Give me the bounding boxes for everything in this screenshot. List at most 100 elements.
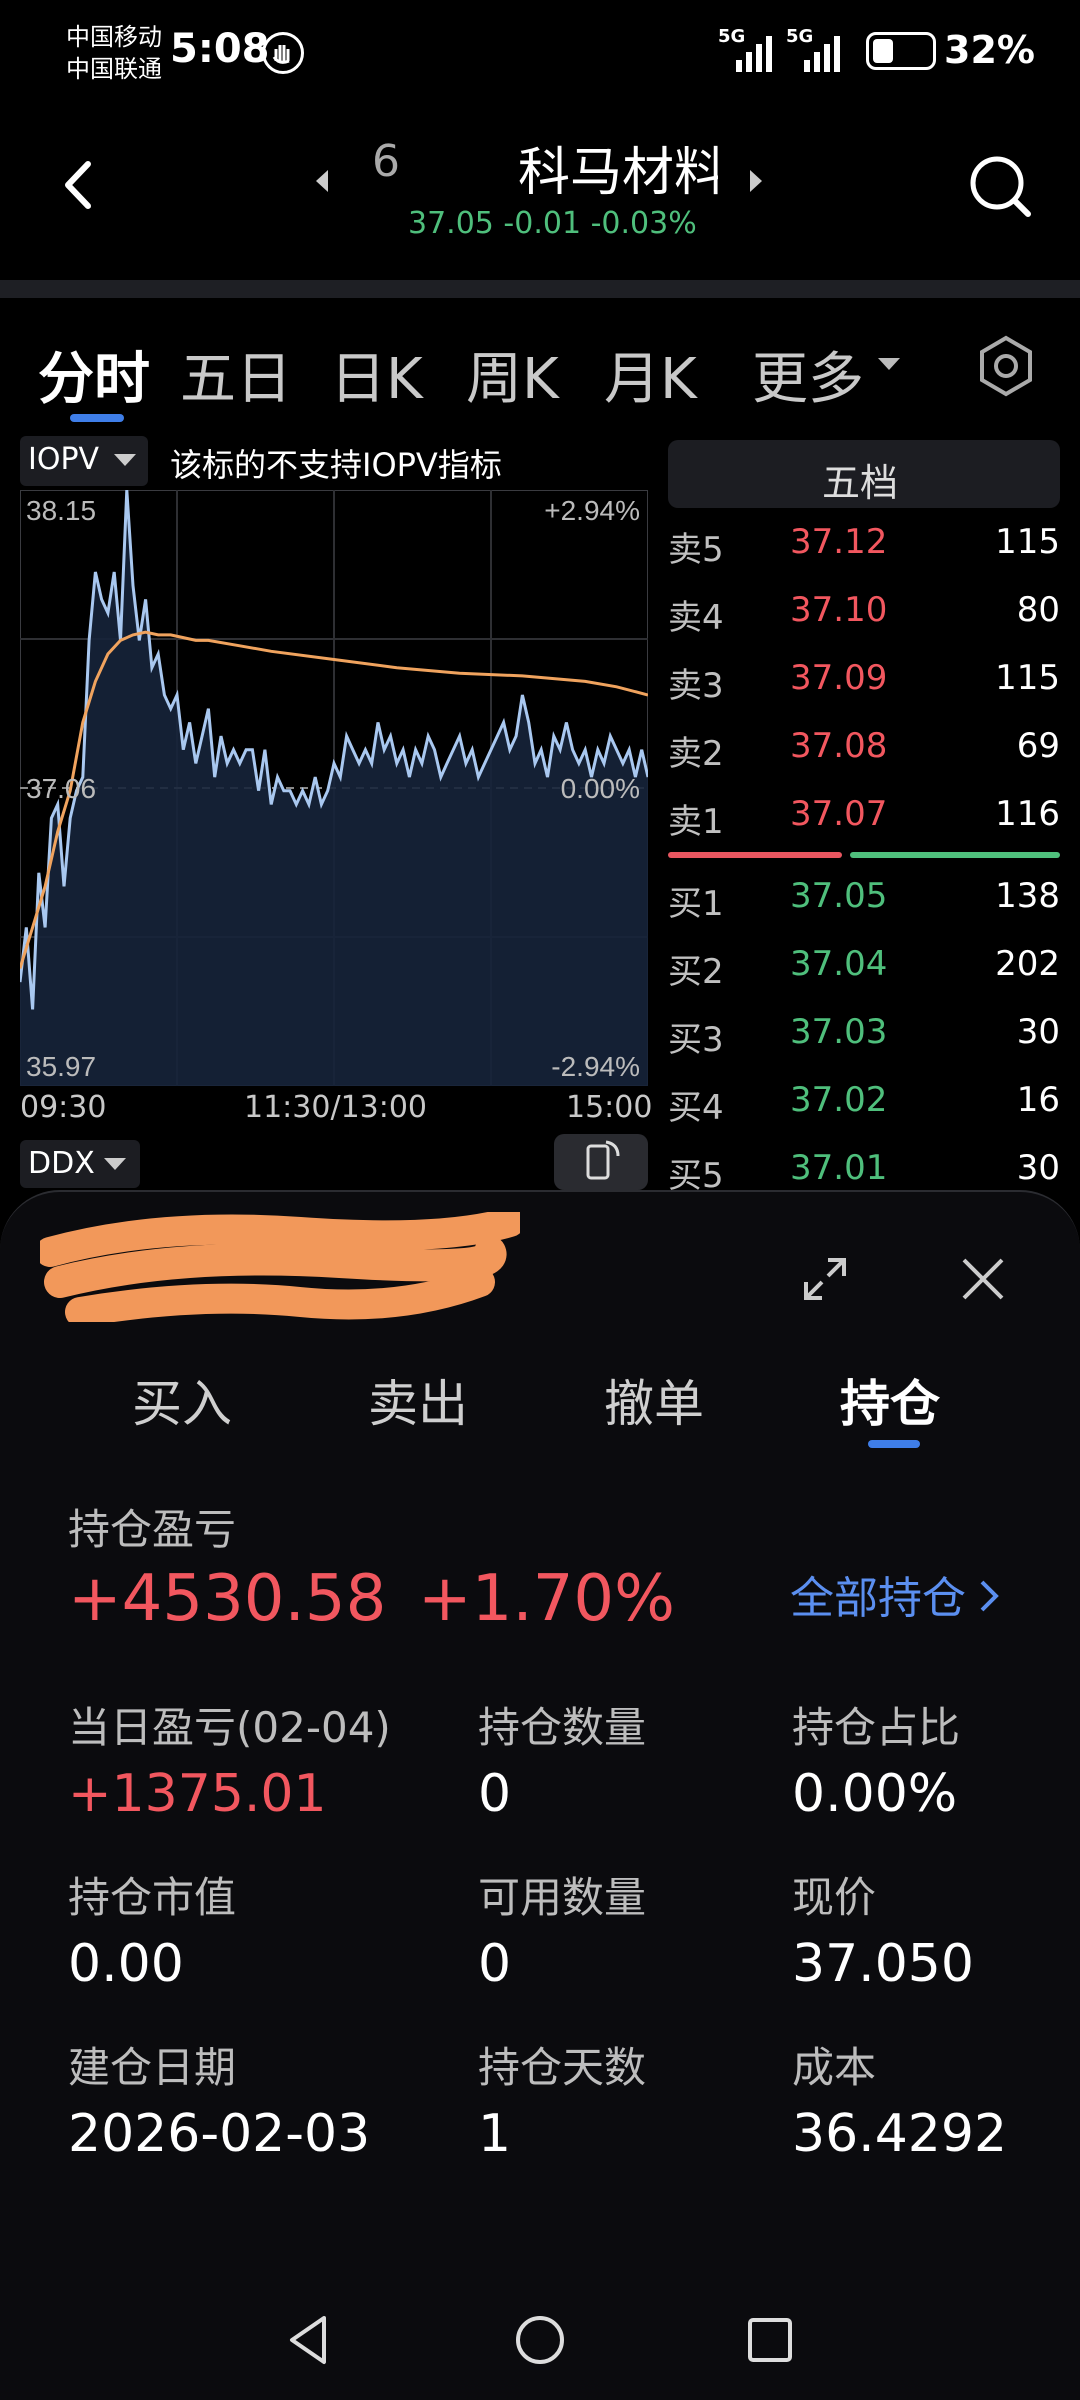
all-positions-label: 全部持仓 xyxy=(790,1573,966,1624)
x-tick-mid: 11:30/13:00 xyxy=(244,1090,428,1125)
carrier-1: 中国移动 xyxy=(66,23,162,51)
nav-recents-icon[interactable] xyxy=(744,2314,796,2366)
bid-row[interactable]: 买2 37.04 202 xyxy=(668,930,1060,998)
tab-month-k[interactable]: 月K xyxy=(604,334,697,415)
stat-label: 持仓市值 xyxy=(68,1873,237,1922)
clock: 5:08 xyxy=(170,26,270,72)
tab-positions[interactable]: 持仓 xyxy=(840,1364,940,1436)
trade-tab-indicator xyxy=(868,1440,920,1448)
period-tabs: 分时 五日 日K 周K 月K 更多 xyxy=(0,298,1080,428)
hand-icon xyxy=(262,32,304,74)
y-tick-bottom: 35.97 xyxy=(26,1051,96,1082)
stat-label: 可用数量 xyxy=(478,1873,647,1922)
tab-intraday[interactable]: 分时 xyxy=(38,334,150,415)
ask-volume: 115 xyxy=(995,522,1060,562)
tab-5day[interactable]: 五日 xyxy=(180,334,292,415)
search-icon[interactable] xyxy=(966,152,1036,222)
tab-active-indicator xyxy=(70,414,124,422)
tab-sell[interactable]: 卖出 xyxy=(368,1364,468,1436)
stat-label: 当日盈亏(02-04) xyxy=(68,1703,391,1752)
chevron-right-icon xyxy=(980,1580,999,1612)
settings-icon[interactable] xyxy=(974,334,1038,398)
stat-value: 0.00% xyxy=(792,1764,958,1824)
close-icon[interactable] xyxy=(958,1254,1008,1304)
more-dropdown-icon xyxy=(876,354,902,374)
stat-value: 37.050 xyxy=(792,1934,974,1994)
ask-row[interactable]: 卖4 37.10 80 xyxy=(668,576,1060,644)
indicator-select[interactable]: IOPV xyxy=(20,436,148,486)
stat-label: 持仓占比 xyxy=(792,1703,961,1752)
ask-price: 37.09 xyxy=(790,658,888,698)
ask-volume: 115 xyxy=(995,658,1060,698)
tab-day-k[interactable]: 日K xyxy=(330,334,423,415)
order-book-title: 五档 xyxy=(822,461,899,505)
ask-volume: 116 xyxy=(995,794,1060,834)
prev-stock-icon[interactable] xyxy=(310,166,334,196)
bid-label: 买2 xyxy=(668,952,724,992)
bid-price: 37.04 xyxy=(790,944,888,984)
stock-code: 6 xyxy=(372,136,400,187)
status-bar: 中国移动 中国联通 5:08 5G 5G 32% xyxy=(0,0,1080,110)
bid-label: 买4 xyxy=(668,1088,724,1128)
ask-row[interactable]: 卖3 37.09 115 xyxy=(668,644,1060,712)
carrier-2: 中国联通 xyxy=(66,55,162,83)
bid-volume: 30 xyxy=(1016,1148,1060,1188)
rotate-icon[interactable] xyxy=(554,1134,648,1190)
stat-value: 0.00 xyxy=(68,1934,184,1994)
nav-back-icon[interactable] xyxy=(282,2312,338,2368)
ask-price: 37.12 xyxy=(790,522,888,562)
stat-label: 建仓日期 xyxy=(68,2043,237,2092)
redacted-account-overlay xyxy=(35,1207,525,1327)
bid-row[interactable]: 买4 37.02 16 xyxy=(668,1066,1060,1134)
tab-buy[interactable]: 买入 xyxy=(132,1364,232,1436)
tab-cancel[interactable]: 撤单 xyxy=(604,1364,704,1436)
signal-icon-2: 5G xyxy=(786,26,846,74)
stat-label: 持仓数量 xyxy=(478,1703,647,1752)
stock-header: 6 科马材料 37.05 -0.01 -0.03% xyxy=(0,110,1080,280)
battery-icon xyxy=(866,32,936,70)
ask-volume: 80 xyxy=(1016,590,1060,630)
bid-label: 买1 xyxy=(668,884,724,924)
ask-row[interactable]: 卖5 37.12 115 xyxy=(668,508,1060,576)
stat-label: 持仓天数 xyxy=(478,2043,647,2092)
intraday-chart[interactable]: 38.15 37.06 35.97 +2.94% 0.00% -2.94% xyxy=(20,490,648,1086)
ask-row[interactable]: 卖2 37.08 69 xyxy=(668,712,1060,780)
tab-week-k[interactable]: 周K xyxy=(466,334,559,415)
sub-indicator-select[interactable]: DDX xyxy=(20,1140,140,1188)
order-book-header: 五档 xyxy=(668,440,1060,508)
tab-more[interactable]: 更多 xyxy=(752,334,864,415)
expand-icon[interactable] xyxy=(800,1254,850,1304)
signal-icon-1: 5G xyxy=(718,26,778,74)
ask-label: 卖4 xyxy=(668,598,724,638)
next-stock-icon[interactable] xyxy=(744,166,768,196)
stat-label: 现价 xyxy=(792,1873,877,1922)
stat-value: 0 xyxy=(478,1764,512,1824)
ask-volume: 69 xyxy=(1016,726,1060,766)
back-icon[interactable] xyxy=(50,150,110,220)
stock-name: 科马材料 xyxy=(518,143,718,203)
pct-tick-bottom: -2.94% xyxy=(551,1051,640,1082)
pnl-label: 持仓盈亏 xyxy=(68,1505,237,1554)
stat-value: 2026-02-03 xyxy=(68,2104,371,2164)
stat-value: 0 xyxy=(478,1934,512,1994)
all-positions-link[interactable]: 全部持仓 xyxy=(790,1562,999,1632)
ask-label: 卖1 xyxy=(668,802,724,842)
bid-volume: 138 xyxy=(995,876,1060,916)
nav-home-icon[interactable] xyxy=(512,2312,568,2368)
ask-label: 卖3 xyxy=(668,666,724,706)
y-tick-mid: 37.06 xyxy=(26,773,96,804)
bid-row[interactable]: 买1 37.05 138 xyxy=(668,862,1060,930)
bid-price: 37.03 xyxy=(790,1012,888,1052)
pct-tick-top: +2.94% xyxy=(544,495,640,526)
header-divider xyxy=(0,280,1080,298)
stat-label: 成本 xyxy=(792,2043,877,2092)
ask-row[interactable]: 卖1 37.07 116 xyxy=(668,780,1060,848)
x-tick-end: 15:00 xyxy=(566,1090,653,1125)
ask-bar xyxy=(668,852,842,858)
pnl-value: +4530.58 xyxy=(68,1562,387,1636)
ask-label: 卖5 xyxy=(668,530,724,570)
ask-price: 37.10 xyxy=(790,590,888,630)
bid-price: 37.01 xyxy=(790,1148,888,1188)
indicator-notice: 该标的不支持IOPV指标 xyxy=(170,446,502,484)
bid-row[interactable]: 买3 37.03 30 xyxy=(668,998,1060,1066)
